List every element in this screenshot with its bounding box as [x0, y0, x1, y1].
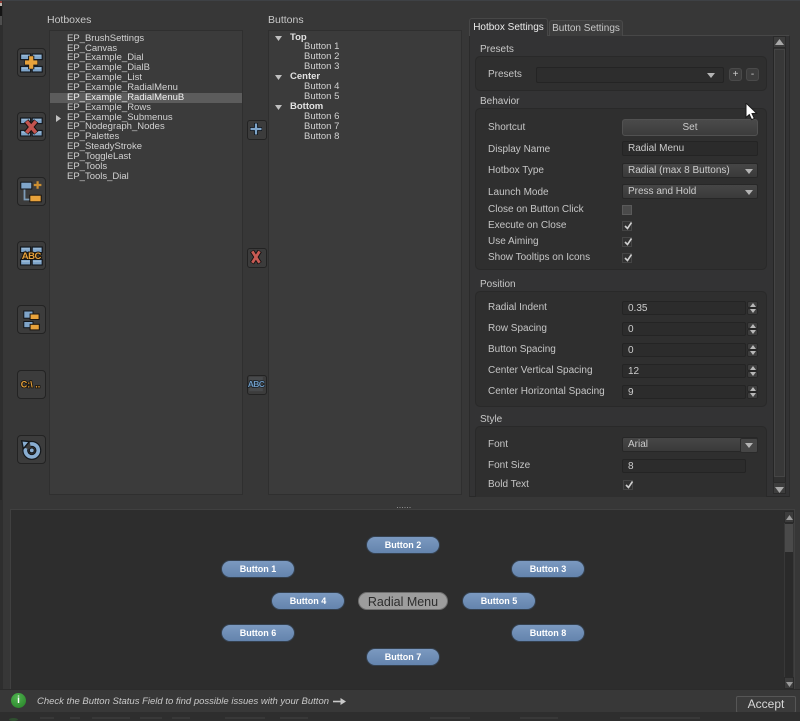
svg-text:C:\ ..: C:\ ..	[20, 379, 40, 389]
svg-text:ABC: ABC	[21, 251, 41, 262]
svg-text:ABC: ABC	[248, 379, 265, 389]
